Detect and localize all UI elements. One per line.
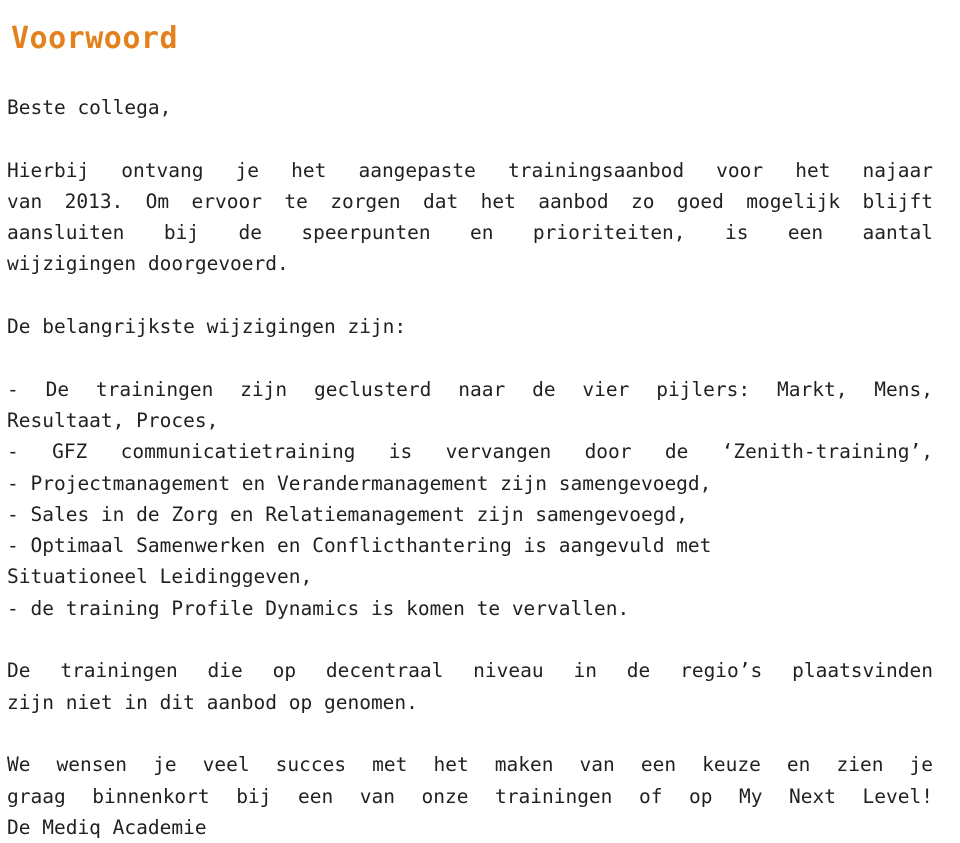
closing-line-2: graag binnenkort bij een van onze traini… (7, 784, 933, 808)
list-item: - GFZ communicatietraining is vervangen … (7, 436, 933, 467)
changes-list: - De trainingen zijn geclusterd naar de … (7, 374, 933, 624)
closing-paragraph: We wensen je veel succes met het maken v… (7, 749, 933, 812)
list-item-line-1: - De trainingen zijn geclusterd naar de … (7, 377, 933, 401)
list-item-line-1: - Projectmanagement en Verandermanagemen… (7, 471, 712, 495)
list-item: - Projectmanagement en Verandermanagemen… (7, 468, 933, 499)
list-item-line-1: - GFZ communicatietraining is vervangen … (7, 440, 933, 464)
list-item-line-2: Situationeel Leidinggeven, (7, 565, 313, 589)
list-item: - De trainingen zijn geclusterd naar de … (7, 374, 933, 437)
intro-paragraph: Hierbij ontvang je het aangepaste traini… (7, 155, 933, 280)
intro-line-2: van 2013. Om ervoor te zorgen dat het aa… (7, 189, 933, 213)
document-body: Beste collega, Hierbij ontvang je het aa… (7, 92, 933, 843)
list-item: - de training Profile Dynamics is komen … (7, 593, 933, 624)
list-item: - Optimaal Samenwerken en Conflicthanter… (7, 530, 933, 593)
regions-line-1: De trainingen die op decentraal niveau i… (7, 659, 933, 683)
intro-line-4: wijzigingen doorgevoerd. (7, 252, 289, 276)
document-page: Voorwoord Beste collega, Hierbij ontvang… (0, 0, 960, 839)
regions-line-2: zijn niet in dit aanbod op genomen. (7, 690, 418, 714)
list-item-line-1: - Sales in de Zorg en Relatiemanagement … (7, 502, 688, 526)
regions-paragraph: De trainingen die op decentraal niveau i… (7, 655, 933, 718)
page-title: Voorwoord (11, 21, 179, 57)
intro-line-1: Hierbij ontvang je het aangepaste traini… (7, 158, 933, 182)
intro-line-3: aansluiten bij de speerpunten en priorit… (7, 221, 933, 245)
closing-line-1: We wensen je veel succes met het maken v… (7, 753, 933, 777)
list-item: - Sales in de Zorg en Relatiemanagement … (7, 499, 933, 530)
signature-text: De Mediq Academie (7, 815, 207, 839)
list-item-line-1: - Optimaal Samenwerken en Conflicthanter… (7, 534, 712, 558)
salutation-text: Beste collega, (7, 96, 172, 119)
list-item-line-1: - de training Profile Dynamics is komen … (7, 596, 630, 620)
changes-heading: De belangrijkste wijzigingen zijn: (7, 315, 407, 339)
list-item-line-2: Resultaat, Proces, (7, 408, 219, 432)
